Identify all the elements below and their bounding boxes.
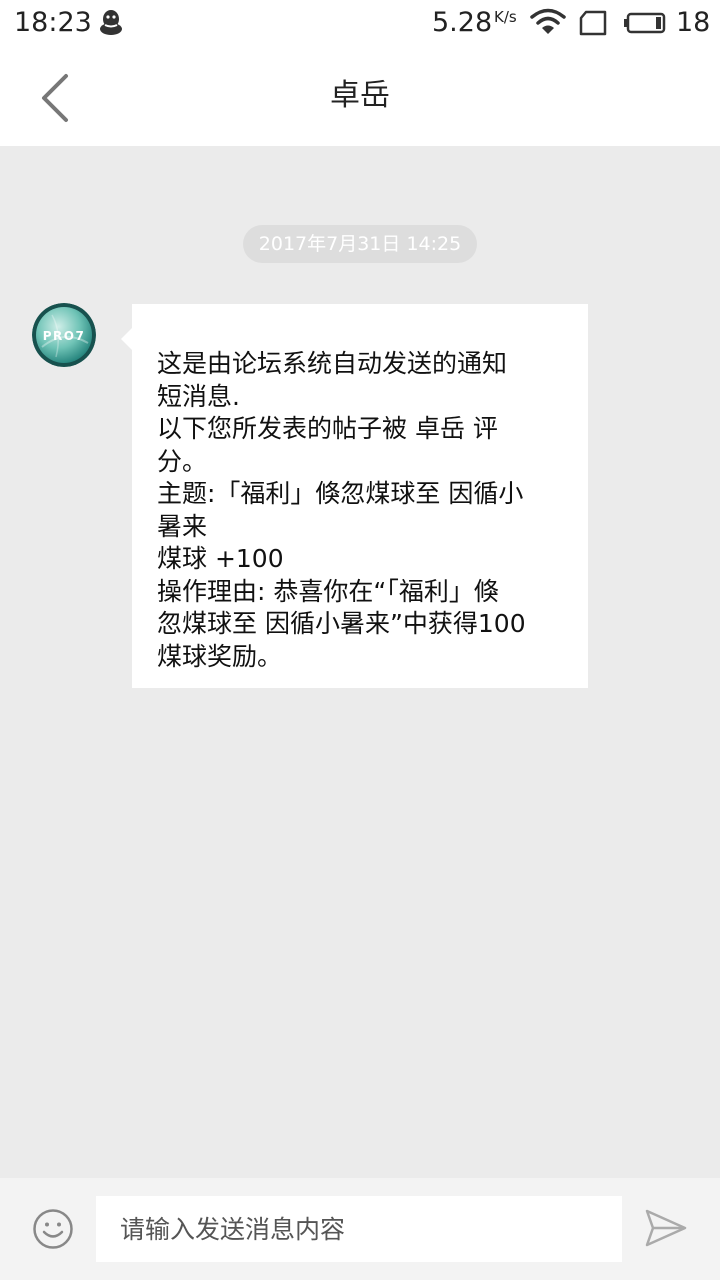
send-button[interactable]	[644, 1208, 688, 1248]
message-line: 以下您所发表的帖子被 卓岳 评	[157, 414, 498, 443]
status-bar: 18:23 5.28 K/s 18	[0, 0, 720, 48]
send-arrow-icon	[645, 1209, 687, 1247]
message-line: 主题:「福利」倏忽煤球至 因循小	[157, 479, 524, 508]
message-line: 操作理由: 恭喜你在“「福利」倏	[157, 576, 499, 606]
message-bubble[interactable]: 这是由论坛系统自动发送的通知 短消息. 以下您所发表的帖子被 卓岳 评 分。 主…	[121, 304, 588, 688]
nav-bar: 卓岳	[0, 48, 720, 146]
sim-card-icon	[579, 10, 607, 36]
message-input-bar	[0, 1178, 720, 1280]
message-line: 这是由论坛系统自动发送的通知	[157, 349, 508, 378]
avatar-text: PRO7	[43, 329, 86, 343]
bubble-tail	[121, 328, 132, 350]
message-line: 煤球 +100	[157, 544, 284, 573]
message-line: 暑来	[157, 511, 208, 541]
network-speed-unit: K/s	[494, 8, 517, 26]
message-line: 分。	[157, 446, 208, 476]
chat-screen: 18:23 5.28 K/s 18 卓岳 2017年7月31日 14:25 PR…	[0, 0, 720, 1280]
page-title: 卓岳	[330, 78, 390, 113]
avatar[interactable]: PRO7	[32, 303, 96, 367]
message-line: 忽煤球至 因循小暑来”中获得100	[157, 609, 526, 638]
emoji-button[interactable]	[32, 1208, 74, 1250]
status-time: 18:23	[14, 7, 92, 38]
timestamp-row: 2017年7月31日 14:25	[0, 225, 720, 263]
network-speed: 5.28	[432, 7, 493, 38]
battery-icon	[624, 12, 666, 34]
message-timestamp: 2017年7月31日 14:25	[242, 225, 478, 263]
wifi-icon	[530, 8, 566, 34]
message-line: 煤球奖励。	[157, 641, 283, 671]
qq-penguin-icon	[100, 10, 122, 35]
battery-level: 18	[676, 7, 711, 38]
message-input[interactable]	[96, 1196, 622, 1262]
smiley-icon	[33, 1209, 73, 1249]
pro7-logo: PRO7	[32, 303, 96, 367]
message-line: 短消息.	[157, 381, 240, 411]
